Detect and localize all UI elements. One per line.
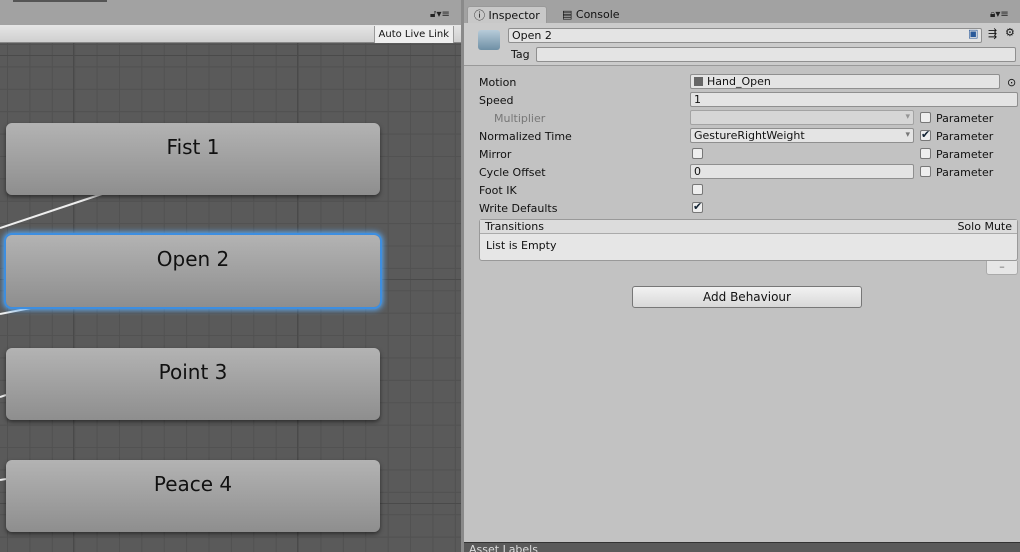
add-behaviour-button[interactable]: Add Behaviour (632, 286, 862, 308)
state-node-fist[interactable]: Fist 1 (6, 123, 380, 195)
auto-live-link-button[interactable]: Auto Live Link (373, 26, 454, 43)
normalized-time-dropdown[interactable]: GestureRightWeight (690, 128, 914, 143)
lock-menu-icon[interactable]: 🔓︎▾≡ (430, 9, 450, 20)
help-icon[interactable]: ▣ (968, 27, 978, 40)
state-node-peace[interactable]: Peace 4 (6, 460, 380, 532)
empty-list-text: List is Empty (486, 239, 557, 252)
inspector-panel: ⓘ Inspector ▤ Console 🔒︎▾≡ Open 2 ▣ ⇶ ⚙ … (461, 0, 1020, 552)
animator-panel: 🔓︎▾≡ Auto Live Link Fist 1 Open 2 Point … (0, 0, 461, 552)
state-node-open[interactable]: Open 2 (6, 235, 380, 307)
motion-field[interactable]: Hand_Open (690, 74, 1000, 89)
parameter-label: Parameter (936, 112, 994, 125)
preset-icon[interactable]: ⇶ (988, 27, 997, 40)
transitions-header: Transitions Solo Mute (480, 220, 1017, 234)
solo-mute-header: Solo Mute (957, 220, 1012, 233)
tab-inspector[interactable]: ⓘ Inspector (467, 6, 547, 23)
parameter-label: Parameter (936, 148, 994, 161)
foot-ik-label: Foot IK (479, 184, 517, 197)
normalized-time-parameter-checkbox[interactable] (920, 128, 931, 141)
inspector-tab-bar: ⓘ Inspector ▤ Console 🔒︎▾≡ (464, 0, 1020, 23)
mirror-checkbox[interactable] (692, 148, 703, 159)
console-icon: ▤ (562, 8, 576, 21)
tag-input[interactable] (536, 47, 1016, 62)
state-icon (478, 30, 500, 50)
parameter-label: Parameter (936, 166, 994, 179)
info-icon: ⓘ (474, 9, 489, 22)
cycle-offset-label: Cycle Offset (479, 166, 546, 179)
remove-transition-button[interactable]: – (986, 261, 1018, 275)
motion-label: Motion (479, 76, 517, 89)
mute-label: Mute (984, 220, 1012, 233)
animator-tab-bar: 🔓︎▾≡ (0, 0, 461, 25)
normalized-time-label: Normalized Time (479, 130, 572, 143)
write-defaults-label: Write Defaults (479, 202, 558, 215)
inspector-header: Open 2 ▣ ⇶ ⚙ Tag (464, 23, 1020, 66)
graph-toolbar: Auto Live Link (0, 25, 461, 43)
gear-icon[interactable]: ⚙ (1005, 26, 1015, 39)
mirror-parameter-checkbox[interactable] (920, 148, 931, 159)
state-name-input[interactable]: Open 2 (508, 28, 982, 43)
cycle-offset-input[interactable]: 0 (690, 164, 914, 179)
tag-label: Tag (511, 48, 530, 61)
lock-menu-icon[interactable]: 🔒︎▾≡ (990, 9, 1009, 20)
transitions-title: Transitions (485, 220, 544, 233)
animation-clip-icon (694, 77, 703, 86)
transitions-list: Transitions Solo Mute List is Empty (479, 219, 1018, 261)
cycle-offset-parameter-checkbox[interactable] (920, 166, 931, 177)
asset-labels-bar[interactable]: Asset Labels (464, 542, 1020, 552)
transition-line[interactable] (0, 306, 37, 315)
foot-ik-checkbox[interactable] (692, 184, 703, 195)
object-picker-icon[interactable]: ⊙ (1007, 76, 1016, 89)
state-node-point[interactable]: Point 3 (6, 348, 380, 420)
solo-label: Solo (957, 220, 981, 233)
transition-line[interactable] (0, 193, 103, 229)
parameter-label: Parameter (936, 130, 994, 143)
animator-tab[interactable] (13, 0, 107, 2)
tab-console[interactable]: ▤ Console (556, 6, 626, 23)
write-defaults-checkbox[interactable] (692, 200, 703, 213)
speed-input[interactable]: 1 (690, 92, 1018, 107)
multiplier-parameter-checkbox[interactable] (920, 112, 931, 123)
multiplier-dropdown[interactable] (690, 110, 914, 125)
mirror-label: Mirror (479, 148, 512, 161)
state-graph[interactable]: Fist 1 Open 2 Point 3 Peace 4 (0, 43, 461, 552)
multiplier-label: Multiplier (494, 112, 546, 125)
speed-label: Speed (479, 94, 514, 107)
